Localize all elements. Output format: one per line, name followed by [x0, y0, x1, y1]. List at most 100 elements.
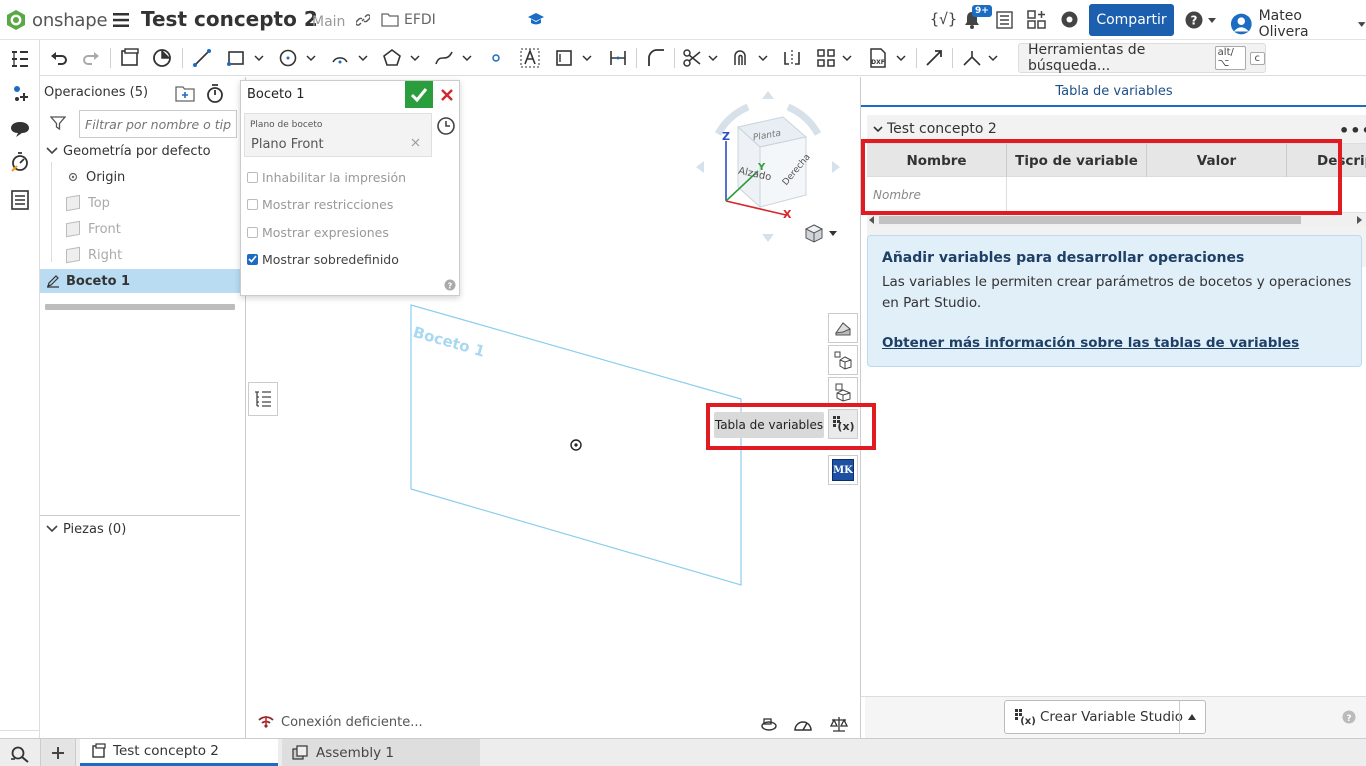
variable-icon[interactable]: {√}: [930, 10, 957, 28]
construction-icon[interactable]: [552, 46, 576, 70]
tab-assembly[interactable]: Assembly 1: [282, 739, 480, 766]
chevron-down-icon[interactable]: [306, 46, 316, 70]
search-tools-button[interactable]: Herramientas de búsqueda... alt/⌥ c: [1018, 42, 1266, 74]
pattern-tool-icon[interactable]: [814, 46, 838, 70]
help-icon[interactable]: ?: [1342, 710, 1356, 724]
chevron-down-icon[interactable]: [842, 46, 852, 70]
checklist-icon[interactable]: [996, 11, 1013, 29]
redo-icon[interactable]: [80, 46, 102, 70]
app-store-icon[interactable]: [1027, 10, 1046, 29]
view-cube-menu[interactable]: [804, 223, 838, 243]
rollback-bar[interactable]: [45, 304, 235, 310]
checkbox[interactable]: [247, 226, 258, 238]
configurations-icon[interactable]: [828, 345, 858, 375]
scroll-left-icon[interactable]: [869, 216, 875, 224]
chevron-down-icon[interactable]: [462, 46, 472, 70]
point-tool-icon[interactable]: [486, 46, 506, 70]
option-show-overdefined[interactable]: Mostrar sobredefinido: [247, 251, 399, 267]
line-tool-icon[interactable]: [190, 46, 214, 70]
display-states-icon[interactable]: [828, 313, 858, 343]
option-disable-imprint[interactable]: Inhabilitar la impresión: [247, 169, 406, 185]
gauge-icon[interactable]: [793, 716, 813, 732]
create-variable-studio-button[interactable]: (x) Crear Variable Studio: [1004, 700, 1206, 734]
chevron-down-icon[interactable]: [582, 46, 592, 70]
trim-tool-icon[interactable]: [680, 46, 704, 70]
sketch-plane-field[interactable]: Plano de boceto Plano Front: [244, 113, 432, 157]
mass-properties-icon[interactable]: [760, 716, 778, 732]
tab-part-studio[interactable]: Test concepto 2: [80, 739, 278, 766]
circle-tool-icon[interactable]: [276, 46, 300, 70]
dimension-icon[interactable]: [606, 46, 630, 70]
document-title[interactable]: Test concepto 2: [141, 7, 318, 31]
folder-name[interactable]: EFDI: [404, 12, 436, 28]
hamburger-menu-icon[interactable]: [113, 12, 129, 28]
option-show-constraints[interactable]: Mostrar restricciones: [247, 196, 393, 212]
filter-icon[interactable]: [50, 115, 66, 131]
chevron-down-icon[interactable]: [896, 46, 906, 70]
comments-icon[interactable]: [10, 120, 30, 138]
feature-list-icon[interactable]: [10, 49, 30, 69]
connection-status[interactable]: Conexión deficiente...: [257, 714, 423, 730]
chevron-down-icon[interactable]: [410, 46, 420, 70]
help-menu[interactable]: ?: [1185, 11, 1217, 29]
rollback-timer-icon[interactable]: [206, 84, 224, 104]
workspace-name[interactable]: Main: [312, 14, 345, 30]
extrude-icon[interactable]: [150, 46, 174, 70]
parts-row[interactable]: Piezas (0): [40, 517, 246, 541]
chevron-down-icon[interactable]: [758, 46, 768, 70]
polygon-tool-icon[interactable]: [380, 46, 404, 70]
section-header[interactable]: Test concepto 2: [873, 121, 997, 137]
graduation-cap-icon[interactable]: [527, 12, 545, 28]
text-tool-icon[interactable]: [518, 46, 542, 70]
help-icon[interactable]: ?: [444, 279, 456, 291]
balance-icon[interactable]: [830, 715, 848, 733]
import-dxf-icon[interactable]: DXF: [866, 46, 890, 70]
custom-feature-mk-icon[interactable]: MK: [828, 455, 858, 485]
arc-tool-icon[interactable]: [328, 46, 352, 70]
rectangle-tool-icon[interactable]: [224, 46, 248, 70]
fillet-tool-icon[interactable]: [644, 46, 668, 70]
checkbox[interactable]: [247, 198, 258, 210]
mirror-tool-icon[interactable]: [780, 46, 804, 70]
learning-center-icon[interactable]: [1060, 10, 1079, 29]
constraint-tool-icon[interactable]: [960, 46, 984, 70]
scrollbar-thumb[interactable]: [879, 216, 1301, 224]
scroll-right-icon[interactable]: [1357, 216, 1363, 224]
transform-tool-icon[interactable]: [922, 46, 946, 70]
insert-part-icon[interactable]: [10, 84, 30, 104]
feature-filter-input[interactable]: [79, 110, 237, 138]
chevron-down-icon[interactable]: [988, 46, 998, 70]
tree-item-right[interactable]: Right: [40, 243, 246, 267]
more-options-icon[interactable]: •••: [1339, 121, 1366, 140]
option-show-expressions[interactable]: Mostrar expresiones: [247, 224, 389, 240]
checkbox[interactable]: [247, 171, 258, 183]
default-geometry-row[interactable]: Geometría por defecto: [40, 139, 246, 163]
clear-selection-icon[interactable]: [411, 138, 420, 147]
sketch-history-clock-icon[interactable]: [436, 116, 456, 136]
confirm-button[interactable]: [405, 81, 433, 108]
horizontal-scrollbar[interactable]: [867, 214, 1366, 226]
add-folder-icon[interactable]: [175, 84, 195, 102]
tree-item-front[interactable]: Front: [40, 217, 246, 241]
user-menu[interactable]: Mateo Olivera: [1230, 8, 1366, 40]
measure-icon[interactable]: [10, 152, 30, 172]
tree-item-top[interactable]: Top: [40, 191, 246, 215]
tree-item-origin[interactable]: Origin: [40, 165, 246, 189]
chevron-down-icon[interactable]: [708, 46, 718, 70]
search-tabs-icon[interactable]: [10, 745, 30, 763]
tree-item-sketch[interactable]: Boceto 1: [40, 269, 246, 293]
sketch-icon[interactable]: [118, 46, 142, 70]
chevron-up-icon[interactable]: [1187, 713, 1197, 721]
spline-tool-icon[interactable]: [432, 46, 456, 70]
offset-tool-icon[interactable]: [730, 46, 754, 70]
add-tab-button[interactable]: [40, 739, 76, 766]
chevron-down-icon[interactable]: [254, 46, 264, 70]
sketch-list-toggle-icon[interactable]: [248, 382, 278, 416]
share-button[interactable]: Compartir: [1089, 4, 1174, 36]
chevron-down-icon[interactable]: [358, 46, 368, 70]
cancel-button[interactable]: [436, 84, 458, 106]
checkbox-checked[interactable]: [247, 253, 258, 265]
onshape-logo[interactable]: onshape: [5, 9, 108, 31]
undo-icon[interactable]: [48, 46, 70, 70]
link-icon[interactable]: [356, 13, 370, 27]
